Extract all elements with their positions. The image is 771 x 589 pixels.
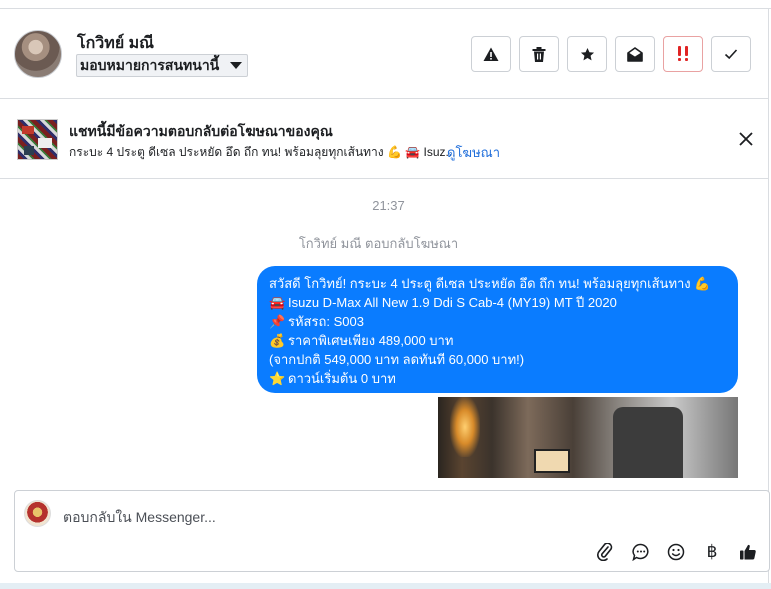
ad-reply-banner: แชทนี้มีข้อความตอบกลับต่อโฆษณาของคุณ กระ… (0, 100, 768, 179)
message-bubble[interactable]: สวัสดี โกวิทย์! กระบะ 4 ประตู ดีเซล ประห… (257, 266, 738, 393)
paperclip-icon (597, 543, 613, 561)
attach-button[interactable] (593, 540, 617, 564)
assign-label: มอบหมายการสนทนานี้ (80, 57, 220, 73)
message-line: สวัสดี โกวิทย์! กระบะ 4 ประตู ดีเซล ประห… (269, 276, 711, 291)
message-line: ⭐ ดาวน์เริ่มต้น 0 บาท (269, 371, 396, 386)
ad-thumbnail (17, 119, 58, 160)
trash-icon (532, 46, 546, 62)
message-line: 📌 รหัสรถ: S003 (269, 314, 364, 329)
message-photo[interactable] (438, 397, 738, 478)
exclamation-icon (678, 46, 688, 61)
close-banner-button[interactable] (738, 131, 754, 152)
conversation-header: โกวิทย์ มณี มอบหมายการสนทนานี้ (0, 9, 768, 99)
check-icon (724, 49, 738, 60)
chat-bubble-icon (632, 543, 649, 561)
close-icon (739, 132, 753, 146)
emoji-icon (667, 543, 685, 561)
mark-unread-button[interactable] (615, 36, 655, 72)
assign-conversation-dropdown[interactable]: มอบหมายการสนทนานี้ (76, 54, 249, 77)
message-timestamp: 21:37 (372, 198, 405, 213)
payment-button[interactable]: ฿ (700, 540, 724, 564)
reply-input[interactable]: ตอบกลับใน Messenger... (63, 507, 216, 529)
saved-replies-button[interactable] (629, 540, 653, 564)
mark-done-button[interactable] (711, 36, 751, 72)
caret-down-icon (230, 62, 243, 69)
delete-button[interactable] (519, 36, 559, 72)
thumbs-up-icon (740, 544, 756, 560)
report-spam-button[interactable] (471, 36, 511, 72)
message-line: (จากปกติ 549,000 บาท ลดทันที 60,000 บาท!… (269, 352, 525, 367)
emoji-button[interactable] (664, 540, 688, 564)
view-ad-link[interactable]: ดูโฆษณา (447, 142, 500, 163)
reply-composer: ตอบกลับใน Messenger... ฿ (14, 490, 770, 572)
banner-title: แชทนี้มีข้อความตอบกลับต่อโฆษณาของคุณ (69, 123, 333, 139)
contact-name[interactable]: โกวิทย์ มณี (77, 31, 154, 56)
ad-reply-note: โกวิทย์ มณี ตอบกลับโฆษณา (298, 236, 459, 251)
baht-icon: ฿ (706, 542, 718, 562)
envelope-open-icon (627, 46, 643, 62)
contact-avatar[interactable] (14, 30, 62, 78)
footer-bar (0, 583, 771, 589)
warning-icon (483, 47, 499, 61)
like-button[interactable] (736, 540, 760, 564)
banner-ad-text: กระบะ 4 ประตู ดีเซล ประหยัด อึด ถึก ทน! … (69, 145, 456, 159)
message-line: 🚘 Isuzu D-Max All New 1.9 Ddi S Cab-4 (MY… (269, 295, 617, 310)
star-button[interactable] (567, 36, 607, 72)
message-line: 💰 ราคาพิเศษเพียง 489,000 บาท (269, 333, 454, 348)
follow-up-button[interactable] (663, 36, 703, 72)
star-icon (580, 47, 594, 60)
page-avatar (24, 500, 51, 527)
